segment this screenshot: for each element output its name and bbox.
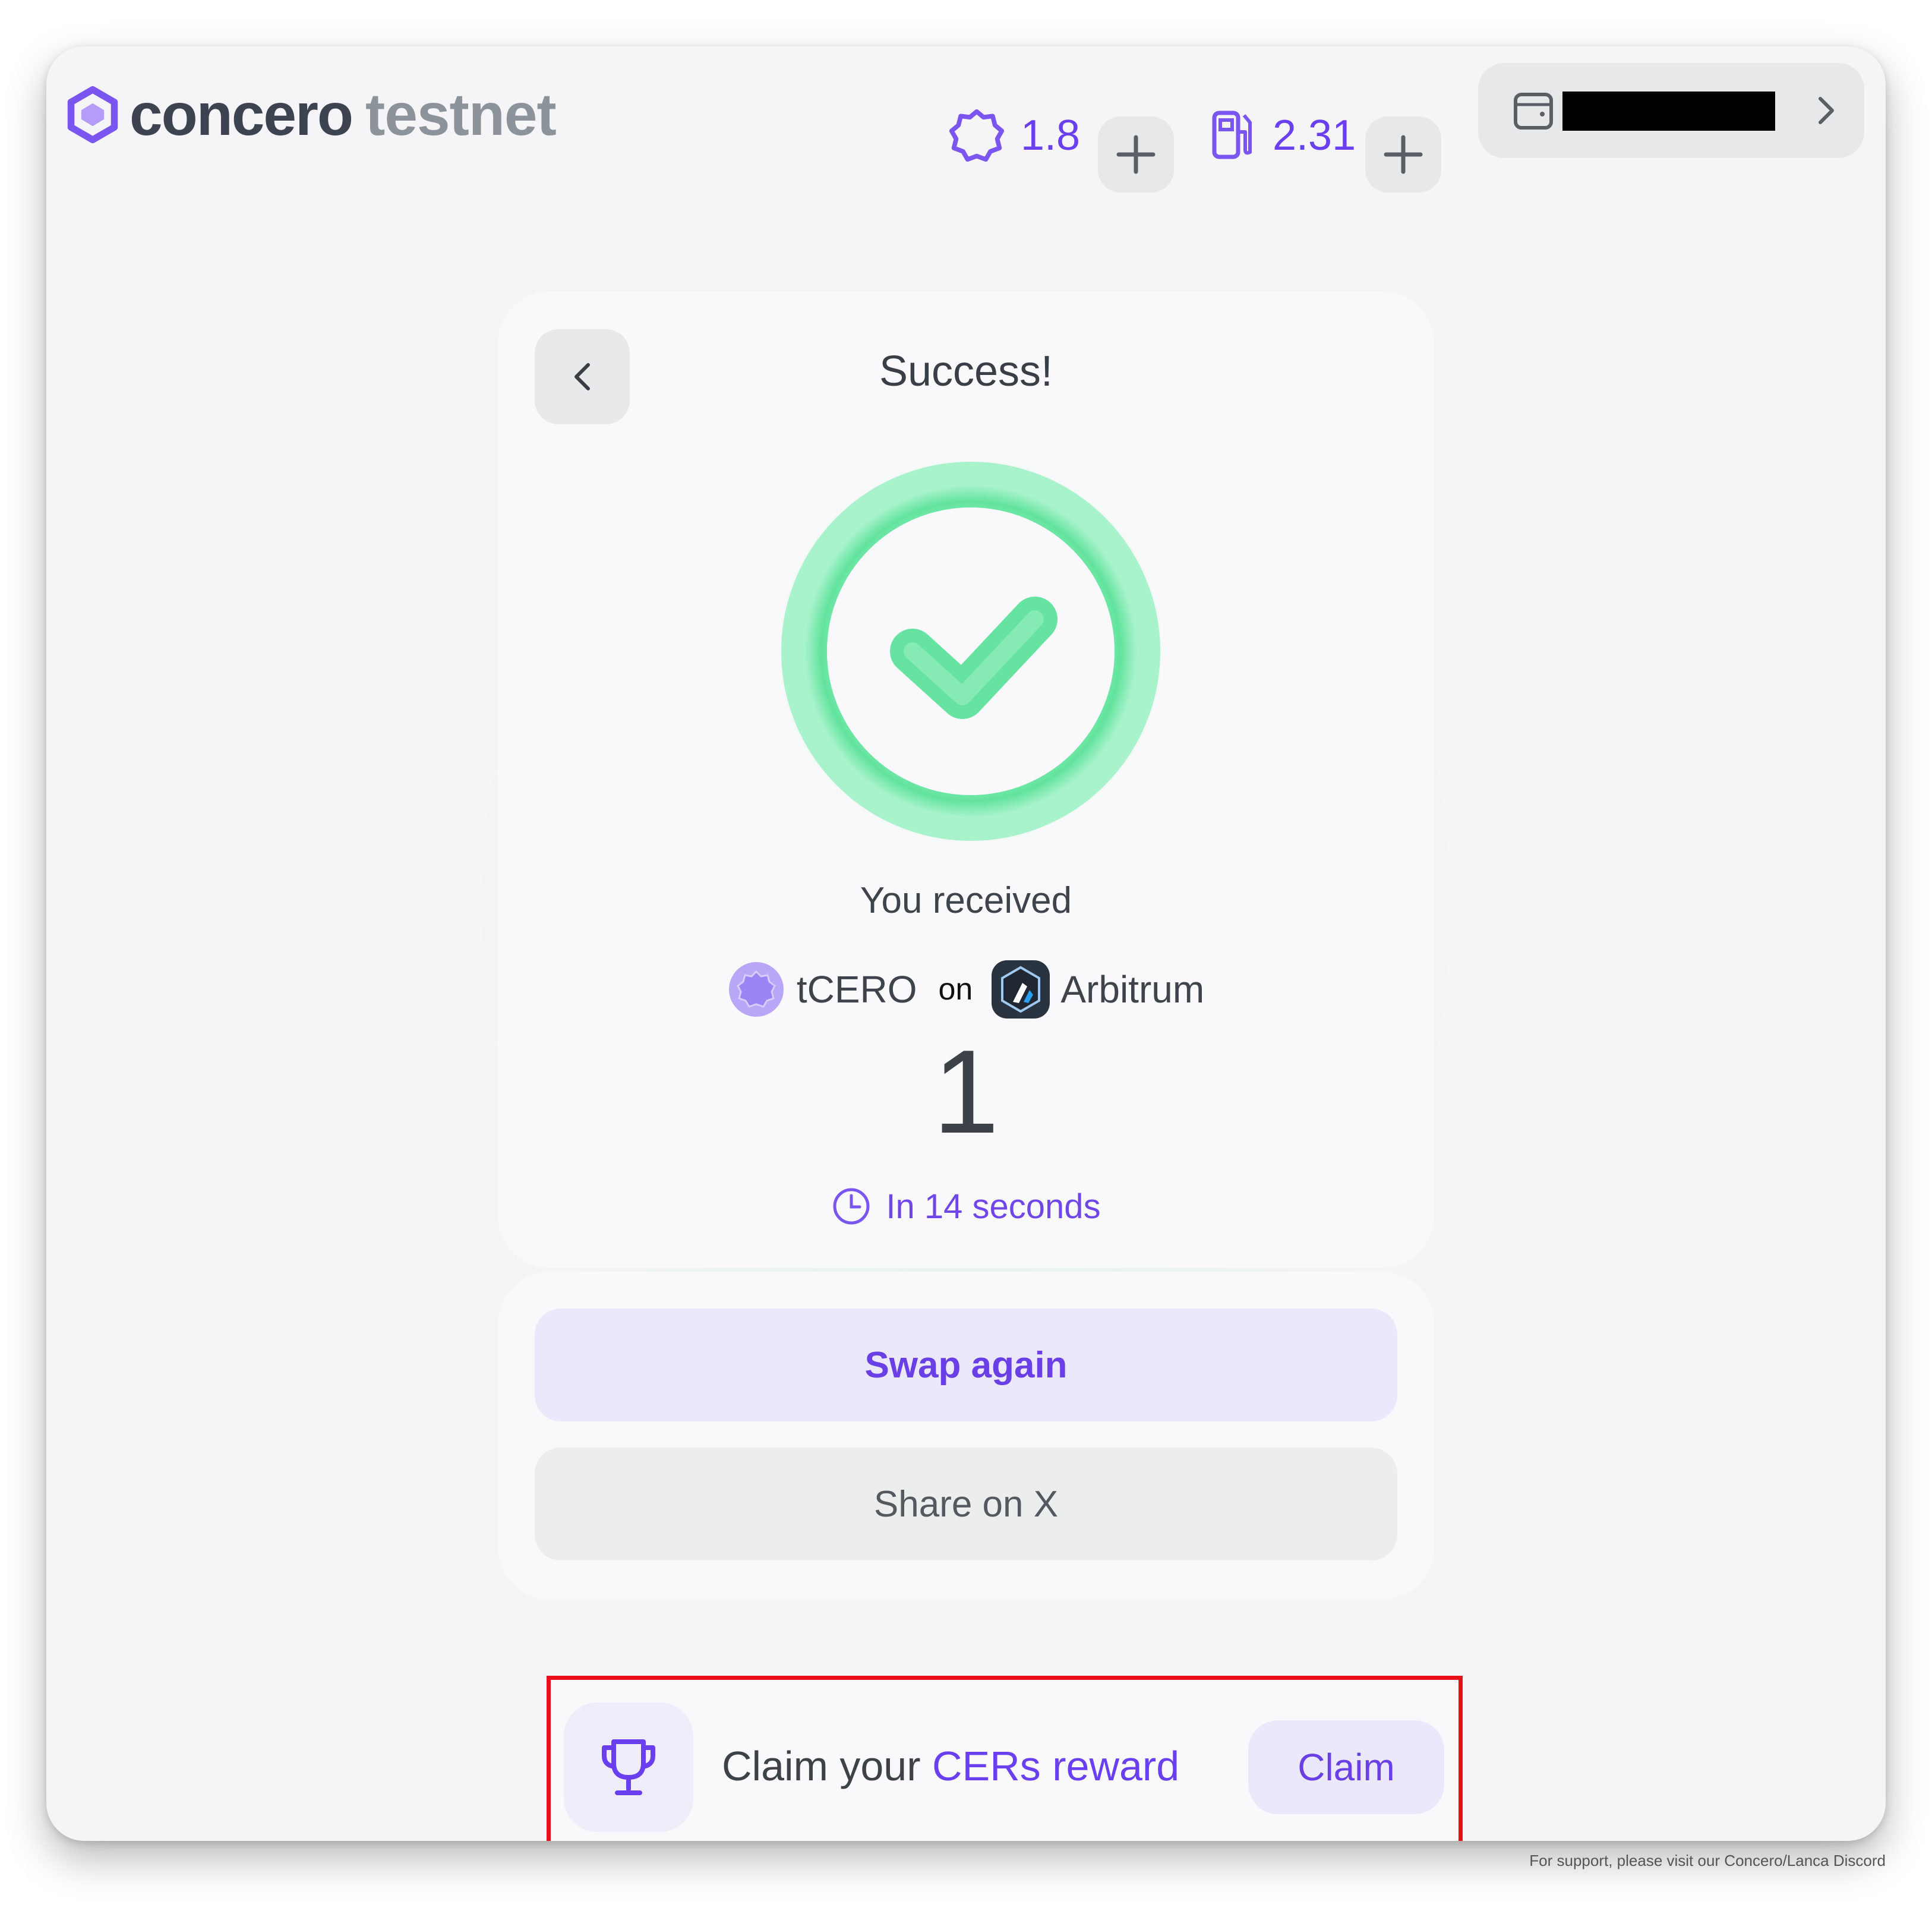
cer-badge-icon [949,109,1005,162]
cer-balance: 1.8 [948,100,1080,171]
actions-card: Swap again Share on X [498,1272,1434,1600]
support-link[interactable]: For support, please visit our Concero/La… [1529,1852,1886,1870]
claim-reward-banner: Claim your CERs reward Claim [547,1676,1463,1841]
logo[interactable]: concero testnet [64,81,557,148]
swap-again-button[interactable]: Swap again [535,1309,1397,1421]
received-amount: 1 [933,1026,999,1158]
add-cer-button[interactable] [1098,116,1174,193]
success-check-icon [781,461,1161,841]
arbitrum-chain-icon [992,960,1050,1019]
reward-text: Claim your CERs reward [722,1742,1179,1790]
trophy-tile [564,1702,693,1832]
gas-pump-icon [1212,111,1252,159]
page-title: Success! [879,348,1053,395]
reward-text-prefix: Claim your [722,1743,932,1789]
eta-text: In 14 seconds [886,1187,1101,1226]
wallet-icon [1514,93,1553,130]
received-token-row: tCERO on Arbitrum [498,957,1434,1022]
on-label: on [938,972,973,1007]
logo-suffix: testnet [365,81,557,148]
trophy-icon [602,1739,655,1795]
token-name: tCERO [796,968,917,1011]
app-window: concero testnet 1.8 2.31 Success! You re… [46,46,1886,1841]
plus-icon [1116,135,1156,174]
concero-logo-icon [67,86,118,143]
reward-text-accent: CERs reward [932,1743,1180,1789]
share-on-x-button[interactable]: Share on X [535,1448,1397,1560]
tcero-token-icon [728,962,784,1017]
wallet-button[interactable] [1478,63,1864,158]
chevron-right-icon [1819,97,1834,124]
add-gas-button[interactable] [1365,116,1441,193]
gas-balance: 2.31 [1210,100,1356,171]
plus-icon [1384,135,1423,174]
eta-row: In 14 seconds [498,1183,1434,1230]
logo-word: concero [130,81,353,148]
claim-button[interactable]: Claim [1248,1720,1444,1814]
received-label: You received [860,880,1072,921]
gas-balance-value: 2.31 [1273,112,1356,159]
cer-balance-value: 1.8 [1021,112,1081,159]
wallet-address-redacted [1562,92,1775,131]
success-card: Success! You received tCERO on Arbitrum … [498,291,1434,1268]
chain-name: Arbitrum [1060,968,1205,1011]
clock-icon [833,1188,870,1225]
